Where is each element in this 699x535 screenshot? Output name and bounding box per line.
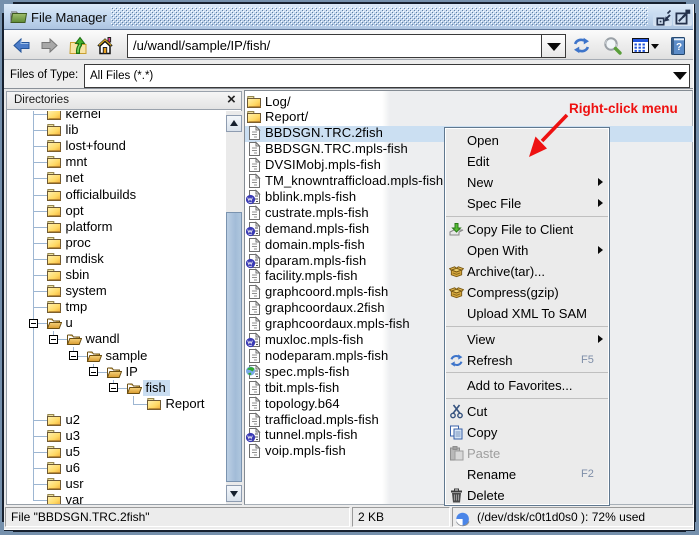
svg-text:?: ? [676, 42, 682, 53]
